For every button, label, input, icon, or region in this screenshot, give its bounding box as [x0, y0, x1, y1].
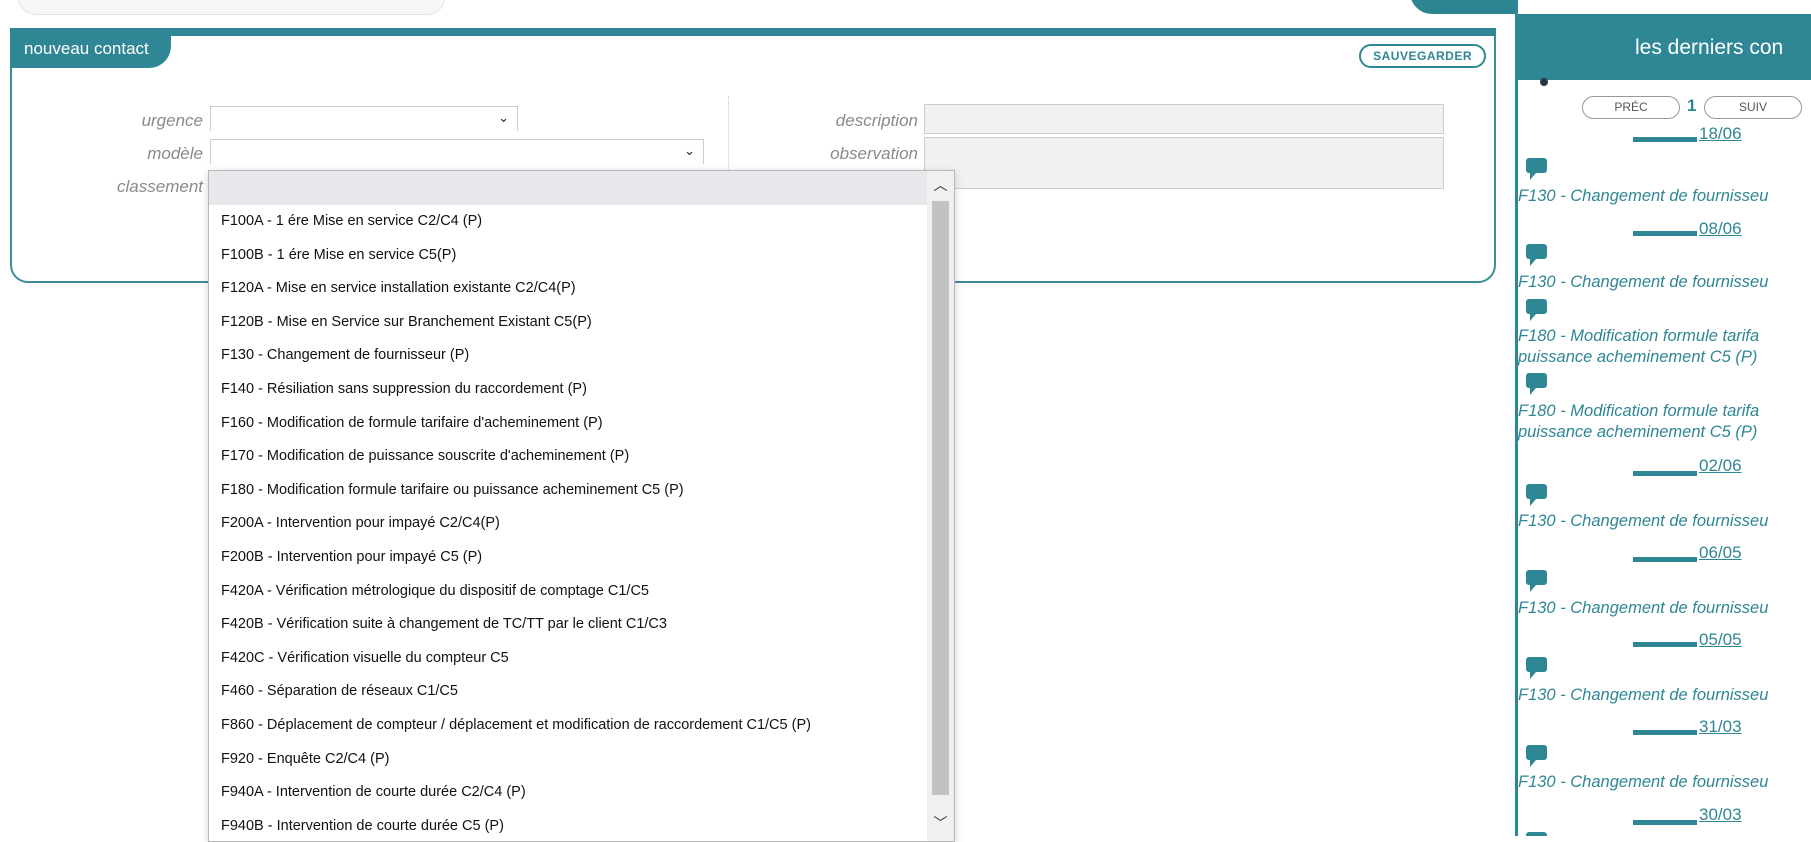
- entry-text[interactable]: puissance acheminement C5 (P): [1518, 347, 1757, 368]
- comment-bubble-icon: [1526, 745, 1547, 767]
- comment-bubble-icon: [1526, 484, 1547, 506]
- entry-date-underline: [1633, 471, 1697, 476]
- dropdown-option[interactable]: F100A - 1 ére Mise en service C2/C4 (P): [209, 205, 927, 239]
- chevron-down-icon: ⌄: [498, 110, 509, 125]
- entry-text[interactable]: F180 - Modification formule tarifa: [1518, 326, 1759, 347]
- entry-text[interactable]: F130 - Changement de fournisseu: [1518, 272, 1768, 293]
- dropdown-option[interactable]: F140 - Résiliation sans suppression du r…: [209, 373, 927, 407]
- top-search-pill: [18, 0, 445, 15]
- entry-text[interactable]: F130 - Changement de fournisseu: [1518, 685, 1768, 706]
- dropdown-option[interactable]: F200A - Intervention pour impayé C2/C4(P…: [209, 507, 927, 541]
- entry-date[interactable]: 06/05: [1699, 543, 1742, 563]
- entry-date-underline: [1633, 730, 1697, 735]
- dropdown-option[interactable]: F920 - Enquête C2/C4 (P): [209, 743, 927, 777]
- dropdown-option[interactable]: F200B - Intervention pour impayé C5 (P): [209, 541, 927, 575]
- observation-field[interactable]: [924, 137, 1444, 189]
- sidebar-header: les derniers con: [1518, 14, 1811, 80]
- entry-date-underline: [1633, 557, 1697, 562]
- entry-date[interactable]: 08/06: [1699, 219, 1742, 239]
- entry-date[interactable]: 02/06: [1699, 456, 1742, 476]
- comment-bubble-icon: [1526, 657, 1547, 679]
- scrollbar-thumb[interactable]: [932, 201, 949, 795]
- column-divider: [728, 96, 729, 178]
- modele-select[interactable]: ⌄: [210, 139, 704, 164]
- entry-date-underline: [1633, 820, 1697, 825]
- dropdown-option[interactable]: F130 - Changement de fournisseur (P): [209, 339, 927, 373]
- entry-text[interactable]: F180 - Modification formule tarifa: [1518, 401, 1759, 422]
- entry-date[interactable]: 30/03: [1699, 805, 1742, 825]
- label-modele: modèle: [147, 144, 203, 163]
- entry-text[interactable]: F130 - Changement de fournisseu: [1518, 598, 1768, 619]
- dropdown-option[interactable]: F120A - Mise en service installation exi…: [209, 272, 927, 306]
- panel-tab-title: nouveau contact: [10, 34, 171, 68]
- comment-bubble-icon: [1526, 244, 1547, 266]
- entry-text[interactable]: puissance acheminement C5 (P): [1518, 422, 1757, 443]
- top-right-tab: [1410, 0, 1520, 14]
- dropdown-option[interactable]: F420B - Vérification suite à changement …: [209, 608, 927, 642]
- comment-bubble-icon: [1526, 299, 1547, 321]
- entry-date-underline: [1633, 231, 1697, 236]
- recent-contacts-sidebar: les derniers con PRÉC 1 SUIV 18/06 F130 -…: [1515, 0, 1811, 836]
- label-description: description: [835, 111, 918, 130]
- dropdown-option[interactable]: F860 - Déplacement de compteur / déplace…: [209, 709, 927, 743]
- entry-date-underline: [1633, 642, 1697, 647]
- sidebar-title: les derniers con: [1635, 36, 1784, 59]
- save-button[interactable]: SAUVEGARDER: [1359, 44, 1486, 68]
- sidebar-dot-icon: [1540, 78, 1548, 86]
- comment-bubble-icon: [1526, 570, 1547, 592]
- chevron-down-icon[interactable]: ﹀: [927, 813, 954, 833]
- entry-date-underline: [1633, 137, 1697, 142]
- dropdown-option-blank[interactable]: [209, 171, 927, 205]
- entry-text[interactable]: F130 - Changement de fournisseu: [1518, 511, 1768, 532]
- chevron-up-icon[interactable]: ︿: [927, 175, 954, 195]
- dropdown-option[interactable]: F420C - Vérification visuelle du compteu…: [209, 642, 927, 676]
- label-urgence: urgence: [141, 111, 203, 130]
- prev-page-button[interactable]: PRÉC: [1582, 96, 1680, 119]
- next-page-button[interactable]: SUIV: [1704, 96, 1802, 119]
- dropdown-option[interactable]: F420A - Vérification métrologique du dis…: [209, 575, 927, 609]
- entry-date[interactable]: 18/06: [1699, 124, 1742, 144]
- entry-date[interactable]: 31/03: [1699, 717, 1742, 737]
- comment-bubble-icon: [1526, 832, 1547, 836]
- dropdown-option[interactable]: F120B - Mise en Service sur Branchement …: [209, 306, 927, 340]
- chevron-down-icon: ⌄: [684, 143, 695, 158]
- urgence-select[interactable]: ⌄: [210, 106, 518, 131]
- dropdown-option[interactable]: F100B - 1 ére Mise en service C5(P): [209, 239, 927, 273]
- entry-text[interactable]: F130 - Changement de fournisseu: [1518, 186, 1768, 207]
- dropdown-option[interactable]: F940A - Intervention de courte durée C2/…: [209, 776, 927, 810]
- comment-bubble-icon: [1526, 373, 1547, 395]
- entry-date[interactable]: 05/05: [1699, 630, 1742, 650]
- classement-dropdown-list[interactable]: F100A - 1 ére Mise en service C2/C4 (P) F…: [208, 170, 955, 842]
- dropdown-scrollbar[interactable]: ︿ ﹀: [927, 171, 954, 841]
- current-page-number: 1: [1687, 96, 1697, 115]
- dropdown-option[interactable]: F160 - Modification de formule tarifaire…: [209, 407, 927, 441]
- comment-bubble-icon: [1526, 158, 1547, 180]
- label-observation: observation: [830, 144, 918, 163]
- description-field[interactable]: [924, 104, 1444, 134]
- dropdown-option[interactable]: F170 - Modification de puissance souscri…: [209, 440, 927, 474]
- label-classement: classement: [117, 177, 203, 196]
- dropdown-option[interactable]: F940B - Intervention de courte durée C5 …: [209, 810, 927, 841]
- dropdown-option[interactable]: F460 - Séparation de réseaux C1/C5: [209, 675, 927, 709]
- panel-top-bar: [10, 28, 1496, 36]
- entry-text[interactable]: F130 - Changement de fournisseu: [1518, 772, 1768, 793]
- dropdown-option[interactable]: F180 - Modification formule tarifaire ou…: [209, 474, 927, 508]
